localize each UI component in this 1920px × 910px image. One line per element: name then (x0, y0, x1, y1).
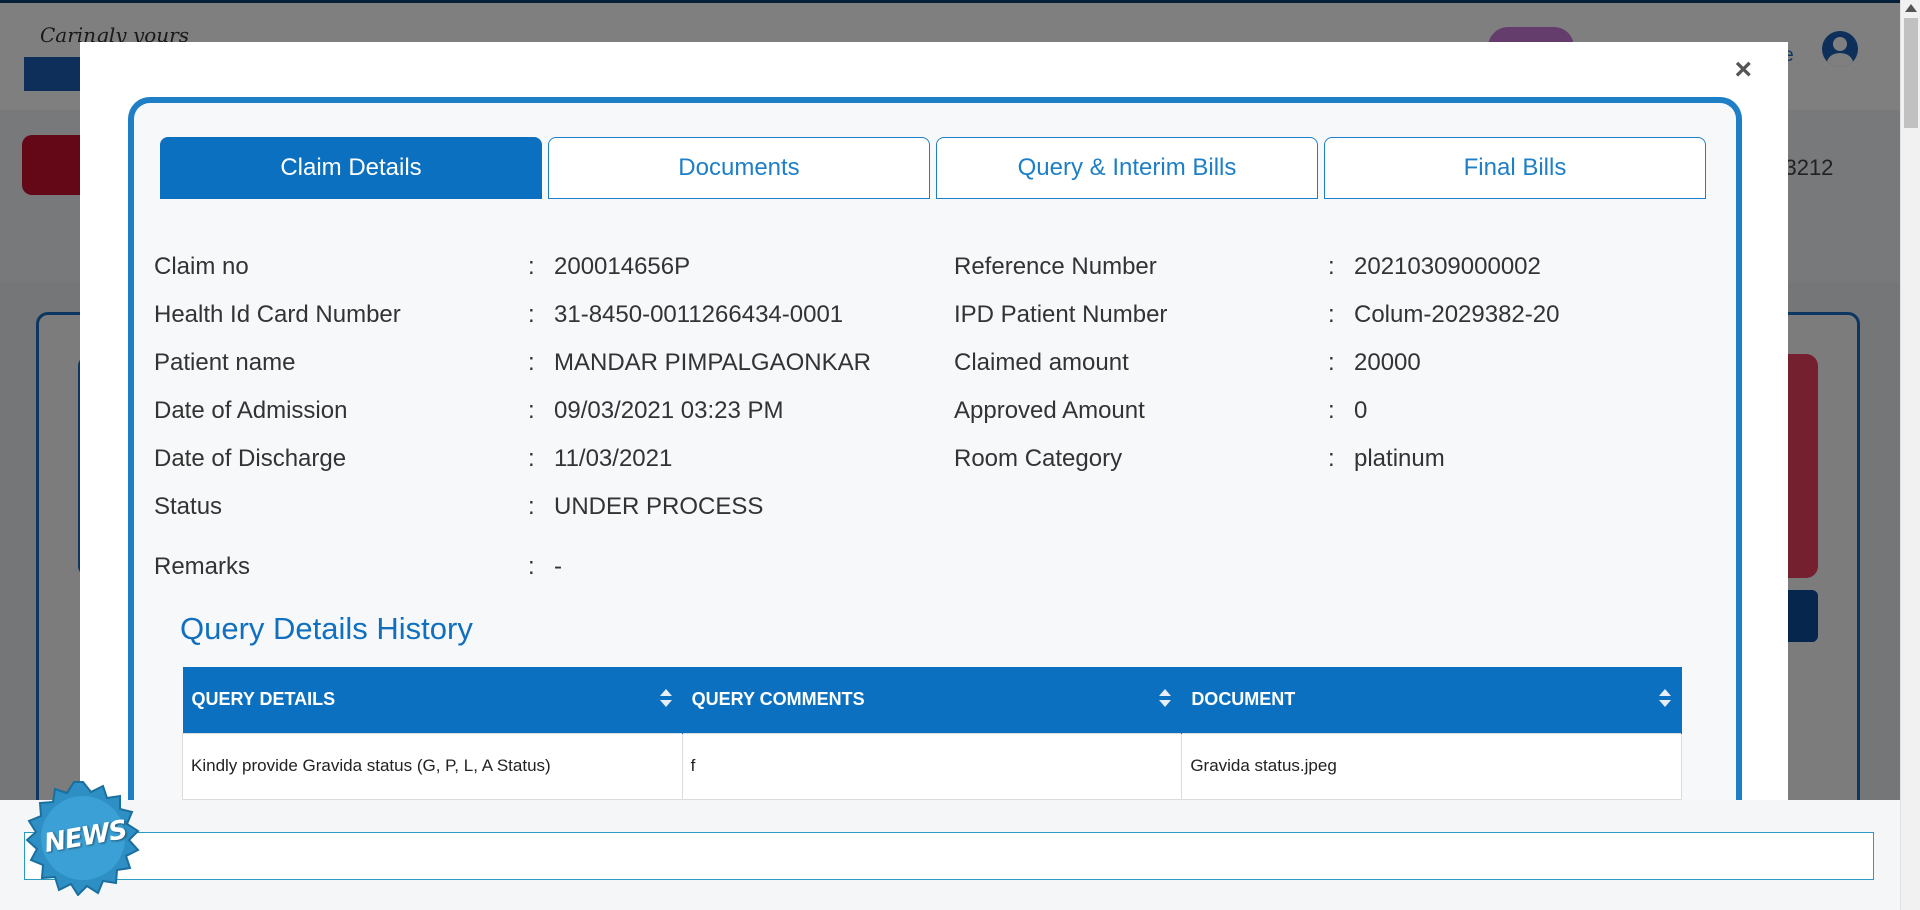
separator: : (1328, 445, 1335, 472)
separator: : (528, 493, 535, 520)
health-id-value: 31-8450-0011266434-0001 (554, 301, 844, 328)
patient-name-value: MANDAR PIMPALGAONKAR (554, 349, 871, 376)
column-header-label: QUERY COMMENTS (691, 689, 865, 710)
query-history-table: QUERY DETAILS QUERY COMMENTS DOCUMENT Ki (182, 667, 1682, 800)
claim-details-grid: Claim no : 200014656P Reference Number :… (154, 253, 1744, 601)
reference-number-label: Reference Number (954, 253, 1157, 280)
page-scrollbar[interactable] (1900, 0, 1920, 910)
document-cell[interactable]: Gravida status.jpeg (1181, 732, 1682, 800)
detail-row: Claim no : 200014656P Reference Number :… (154, 253, 1744, 301)
scroll-up-icon[interactable] (1905, 4, 1917, 12)
separator: : (1328, 397, 1335, 424)
detail-row: Remarks : - (154, 553, 1744, 601)
column-header-label: QUERY DETAILS (191, 689, 336, 710)
query-comments-cell: f (681, 732, 1183, 800)
separator: : (528, 301, 535, 328)
claim-no-label: Claim no (154, 253, 249, 280)
admission-value: 09/03/2021 03:23 PM (554, 397, 784, 424)
discharge-value: 11/03/2021 (554, 445, 673, 472)
separator: : (528, 553, 535, 580)
separator: : (528, 445, 535, 472)
news-ticker-bar (24, 832, 1874, 880)
table-header-row: QUERY DETAILS QUERY COMMENTS DOCUMENT (182, 667, 1682, 733)
detail-row: Date of Discharge : 11/03/2021 Room Cate… (154, 445, 1744, 493)
separator: : (1328, 253, 1335, 280)
news-badge-icon: NEWS (24, 780, 142, 897)
tab-documents[interactable]: Documents (548, 137, 930, 199)
remarks-value: - (554, 553, 562, 580)
scroll-thumb[interactable] (1904, 18, 1918, 128)
ipd-patient-value: Colum-2029382-20 (1354, 301, 1560, 328)
separator: : (528, 397, 535, 424)
ipd-patient-label: IPD Patient Number (954, 301, 1168, 328)
query-details-cell: Kindly provide Gravida status (G, P, L, … (182, 732, 683, 800)
sort-icon[interactable] (1159, 689, 1172, 709)
claimed-amount-value: 20000 (1354, 349, 1421, 376)
claim-details-panel: Claim Details Documents Query & Interim … (128, 97, 1742, 817)
room-category-label: Room Category (954, 445, 1123, 472)
patient-name-label: Patient name (154, 349, 296, 376)
tab-claim-details[interactable]: Claim Details (160, 137, 542, 199)
column-query-details[interactable]: QUERY DETAILS (182, 667, 683, 733)
separator: : (528, 349, 535, 376)
column-query-comments[interactable]: QUERY COMMENTS (682, 667, 1183, 733)
approved-amount-value: 0 (1354, 397, 1368, 424)
room-category-value: platinum (1354, 445, 1445, 472)
separator: : (1328, 349, 1335, 376)
column-document[interactable]: DOCUMENT (1181, 667, 1682, 733)
approved-amount-label: Approved Amount (954, 397, 1145, 424)
status-value: UNDER PROCESS (554, 493, 764, 520)
remarks-label: Remarks (154, 553, 251, 580)
separator: : (528, 253, 535, 280)
claim-modal: × Claim Details Documents Query & Interi… (80, 42, 1788, 817)
sort-icon[interactable] (1659, 689, 1671, 709)
detail-row: Patient name : MANDAR PIMPALGAONKAR Clai… (154, 349, 1744, 397)
reference-number-value: 20210309000002 (1354, 253, 1541, 280)
column-header-label: DOCUMENT (1191, 689, 1296, 710)
discharge-label: Date of Discharge (154, 445, 347, 472)
health-id-label: Health Id Card Number (154, 301, 401, 328)
claim-tabs: Claim Details Documents Query & Interim … (160, 137, 1706, 199)
sort-icon[interactable] (659, 689, 672, 709)
detail-row: Health Id Card Number : 31-8450-00112664… (154, 301, 1744, 349)
detail-row: Date of Admission : 09/03/2021 03:23 PM … (154, 397, 1744, 445)
tab-final-bills[interactable]: Final Bills (1324, 137, 1706, 199)
admission-label: Date of Admission (154, 397, 348, 424)
table-row: Kindly provide Gravida status (G, P, L, … (182, 732, 1682, 800)
detail-row: Status : UNDER PROCESS (154, 493, 1744, 541)
tab-query-interim-bills[interactable]: Query & Interim Bills (936, 137, 1318, 199)
status-label: Status (154, 493, 223, 520)
claim-no-value: 200014656P (554, 253, 691, 280)
query-history-title: Query Details History (180, 611, 473, 646)
close-icon[interactable]: × (1734, 50, 1752, 90)
separator: : (1328, 301, 1335, 328)
claimed-amount-label: Claimed amount (954, 349, 1129, 376)
